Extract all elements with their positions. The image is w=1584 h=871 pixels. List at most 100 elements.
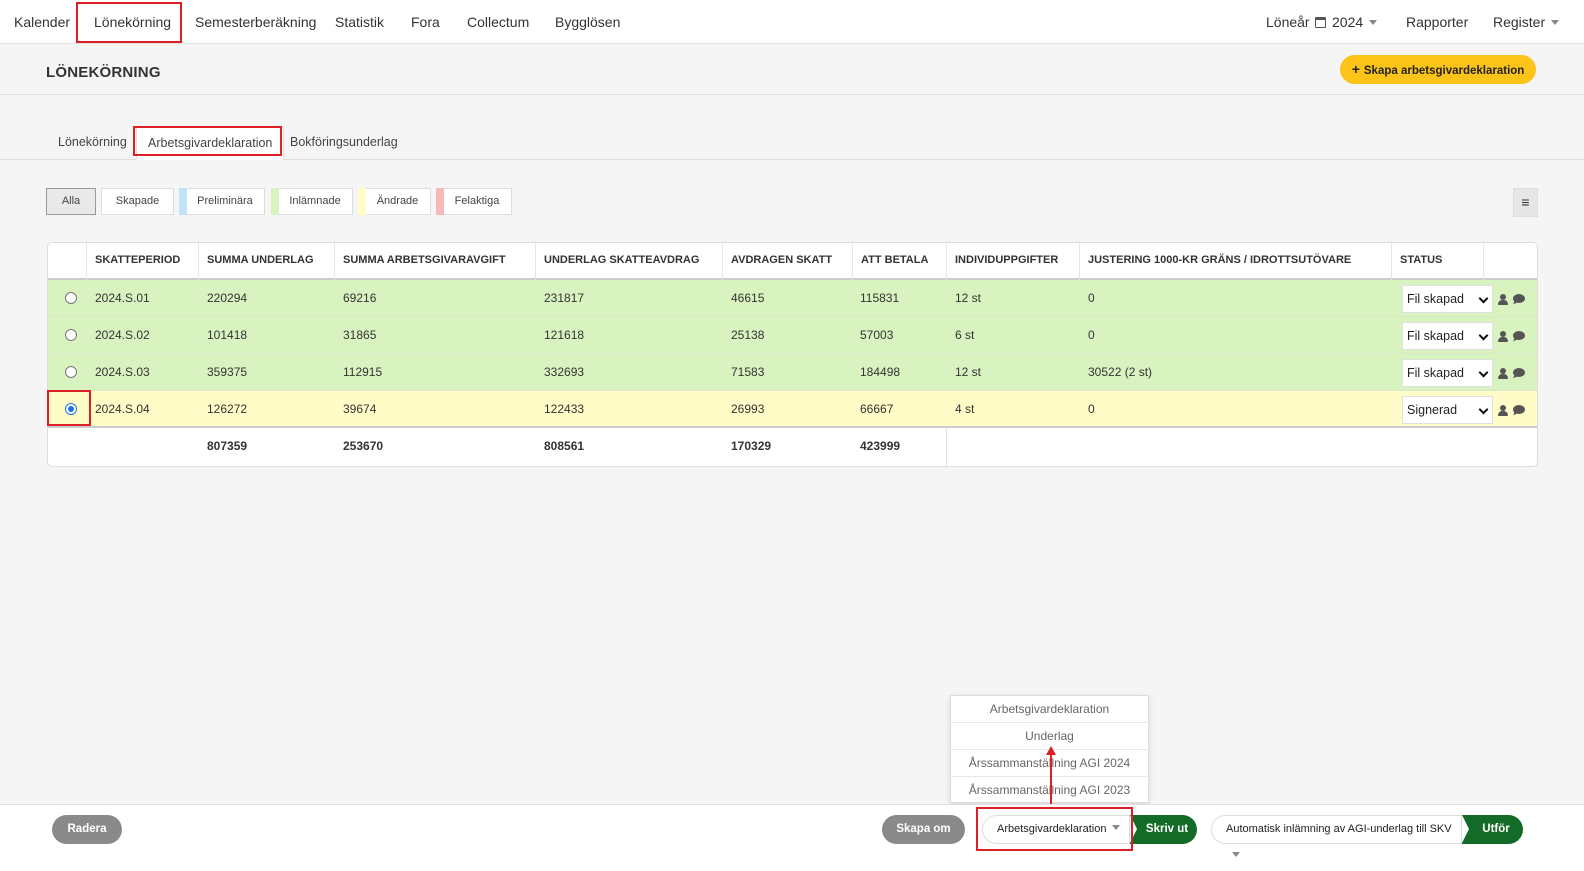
caret-down-icon — [1551, 20, 1560, 25]
column-menu-button[interactable]: ≡ — [1513, 188, 1538, 217]
filter-andrade[interactable]: Ändrade — [358, 188, 431, 215]
total-avgift: 253670 — [343, 439, 384, 453]
table-row[interactable]: 2024.S.01 220294 69216 231817 46615 1158… — [48, 280, 1537, 317]
filter-label: Preliminära — [197, 195, 253, 207]
nav-item-kalender[interactable]: Kalender — [14, 0, 70, 44]
cell-justering: 0 — [1088, 291, 1095, 305]
status-select[interactable]: Fil skapad — [1402, 322, 1493, 350]
status-value: Fil skapad — [1407, 366, 1464, 380]
filter-inlamnade[interactable]: Inlämnade — [271, 188, 353, 215]
person-icon[interactable] — [1498, 294, 1508, 305]
header-individuppgifter[interactable]: INDIVIDUPPGIFTER — [947, 243, 1080, 280]
person-icon[interactable] — [1498, 405, 1508, 416]
filter-skapade[interactable]: Skapade — [101, 188, 174, 215]
cell-avgift: 112915 — [343, 365, 383, 379]
recreate-button[interactable]: Skapa om — [882, 815, 965, 844]
auto-submit-select[interactable]: Automatisk inlämning av AGI-underlag til… — [1211, 815, 1462, 857]
print-select-value: Arbetsgivardeklaration — [997, 823, 1107, 835]
total-avdragen: 170329 — [731, 439, 772, 453]
row-select-radio[interactable] — [65, 292, 77, 304]
cell-individ: 12 st — [955, 365, 982, 379]
filter-alla[interactable]: Alla — [46, 188, 96, 215]
cell-underlag: 101418 — [207, 328, 248, 342]
nav-item-fora[interactable]: Fora — [411, 0, 440, 44]
comment-icon[interactable] — [1513, 368, 1525, 377]
header-avdragen-skatt[interactable]: AVDRAGEN SKATT — [723, 243, 853, 280]
filter-label: Alla — [61, 195, 81, 207]
cell-justering: 30522 (2 st) — [1088, 365, 1153, 379]
comment-icon[interactable] — [1513, 294, 1525, 303]
execute-button[interactable]: Utför — [1462, 815, 1523, 844]
cell-skatteavdrag: 332693 — [544, 365, 585, 379]
top-navigation: Kalender Lönekörning Semesterberäkning S… — [0, 0, 1584, 44]
nav-item-semesterberakning[interactable]: Semesterberäkning — [195, 0, 316, 44]
chevron-down-icon — [1478, 330, 1489, 341]
subtabs: Lönekörning Arbetsgivardeklaration Bokfö… — [0, 127, 1584, 160]
person-icon[interactable] — [1498, 331, 1508, 342]
header-underlag-skatteavdrag[interactable]: UNDERLAG SKATTEAVDRAG — [536, 243, 723, 280]
print-button-label: Skriv ut — [1145, 823, 1189, 835]
header-summa-arbetsgivaravgift[interactable]: SUMMA ARBETSGIVARAVGIFT — [335, 243, 536, 280]
header-att-betala[interactable]: ATT BETALA — [853, 243, 947, 280]
nav-item-collectum[interactable]: Collectum — [467, 0, 529, 44]
filter-preliminara[interactable]: Preliminära — [179, 188, 265, 215]
nav-item-register: Register — [1493, 14, 1546, 30]
status-select[interactable]: Fil skapad — [1402, 359, 1493, 387]
filter-felaktiga[interactable]: Felaktiga — [436, 188, 512, 215]
page-title: LÖNEKÖRNING — [46, 64, 161, 81]
print-type-select[interactable]: Arbetsgivardeklaration — [982, 815, 1130, 844]
cell-period: 2024.S.03 — [95, 365, 150, 379]
header-status[interactable]: STATUS — [1392, 243, 1484, 280]
table-row[interactable]: 2024.S.03 359375 112915 332693 71583 184… — [48, 354, 1537, 391]
cell-avgift: 31865 — [343, 328, 377, 342]
tab-bokforingsunderlag[interactable]: Bokföringsunderlag — [290, 127, 398, 160]
nav-register-menu[interactable]: Register — [1493, 0, 1560, 44]
status-select[interactable]: Signerad — [1402, 396, 1493, 424]
cell-underlag: 359375 — [207, 365, 248, 379]
year-selector[interactable]: 2024 — [1315, 0, 1378, 44]
declarations-table: SKATTEPERIOD SUMMA UNDERLAG SUMMA ARBETS… — [47, 242, 1538, 467]
create-button-label: Skapa arbetsgivardeklaration — [1363, 65, 1525, 77]
header-justering[interactable]: JUSTERING 1000-KR GRÄNS / IDROTTSUTÖVARE — [1080, 243, 1392, 280]
nav-item-rapporter[interactable]: Rapporter — [1406, 0, 1468, 44]
dropdown-item-arbetsgivardeklaration[interactable]: Arbetsgivardeklaration — [951, 696, 1148, 723]
cell-individ: 4 st — [955, 402, 975, 416]
filter-label: Ändrade — [376, 195, 419, 207]
cell-period: 2024.S.01 — [95, 291, 150, 305]
color-swatch — [358, 188, 366, 215]
row-select-radio[interactable] — [65, 366, 77, 378]
row-select-radio[interactable] — [65, 329, 77, 341]
filter-label: Skapade — [115, 195, 160, 207]
header-skatteperiod[interactable]: SKATTEPERIOD — [87, 243, 199, 280]
table-row[interactable]: 2024.S.02 101418 31865 121618 25138 5700… — [48, 317, 1537, 354]
cell-betala: 184498 — [860, 365, 901, 379]
comment-icon[interactable] — [1513, 331, 1525, 340]
divider — [946, 427, 947, 466]
tab-lonekorning[interactable]: Lönekörning — [58, 127, 127, 160]
cell-skatteavdrag: 122433 — [544, 402, 585, 416]
cell-justering: 0 — [1088, 402, 1095, 416]
table-row[interactable]: 2024.S.04 126272 39674 122433 26993 6666… — [48, 391, 1537, 428]
comment-icon[interactable] — [1513, 405, 1525, 414]
row-select-radio[interactable] — [65, 403, 77, 415]
create-employer-declaration-button[interactable]: + Skapa arbetsgivardeklaration — [1340, 55, 1536, 84]
chevron-down-icon — [1478, 367, 1489, 378]
cell-skatteavdrag: 231817 — [544, 291, 585, 305]
caret-down-icon — [1369, 20, 1378, 25]
cell-underlag: 220294 — [207, 291, 248, 305]
person-icon[interactable] — [1498, 368, 1508, 379]
nav-item-statistik[interactable]: Statistik — [335, 0, 384, 44]
year-value: 2024 — [1332, 14, 1364, 30]
nav-item-bygglosen[interactable]: Bygglösen — [555, 0, 620, 44]
cell-individ: 6 st — [955, 328, 975, 342]
caret-down-icon — [1112, 825, 1121, 830]
nav-item-lonekorning[interactable]: Lönekörning — [94, 0, 171, 44]
header-actions — [1484, 243, 1537, 280]
tab-arbetsgivardeklaration[interactable]: Arbetsgivardeklaration — [136, 127, 285, 160]
filter-label: Felaktiga — [454, 195, 500, 207]
cell-skatteavdrag: 121618 — [544, 328, 585, 342]
header-summa-underlag[interactable]: SUMMA UNDERLAG — [199, 243, 335, 280]
delete-button[interactable]: Radera — [52, 815, 122, 844]
status-select[interactable]: Fil skapad — [1402, 285, 1493, 313]
print-button[interactable]: Skriv ut — [1130, 815, 1197, 844]
